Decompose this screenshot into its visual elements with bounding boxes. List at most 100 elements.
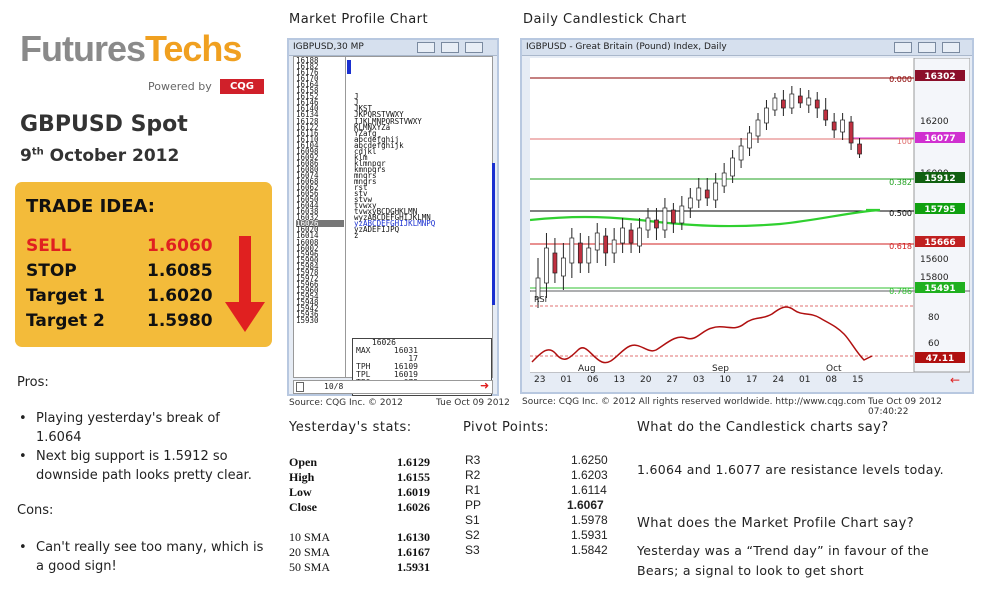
candle-body	[755, 119, 761, 137]
market-profile-title: Market Profile Chart	[289, 12, 429, 27]
candle-body	[747, 132, 752, 149]
trade-idea-heading: TRADE IDEA:	[26, 196, 155, 217]
candle-body	[696, 187, 702, 201]
stop-label: STOP	[26, 261, 77, 281]
x-axis-label: 23	[534, 375, 545, 385]
candle-body	[611, 239, 617, 254]
sma50-value: 1.5931	[397, 560, 430, 574]
price-tag-label: 15912	[924, 174, 955, 184]
minimize-button[interactable]	[417, 42, 435, 53]
x-axis-label: 24	[773, 375, 785, 385]
x-axis-label: 17	[746, 375, 757, 385]
cons-list: Can't really see too many, which is a go…	[17, 538, 267, 576]
pivot-label-s1: S1	[465, 513, 480, 527]
candlestick-window: IGBPUSD - Great Britain (Pound) Index, D…	[520, 38, 974, 394]
market-profile-titlebar: IGBPUSD,30 MP	[289, 40, 497, 56]
x-axis-label: 06	[587, 375, 599, 385]
candle-body	[772, 97, 778, 111]
stop-value: 1.6085	[147, 261, 213, 281]
sell-label: SELL	[26, 236, 72, 256]
cs-source: Source: CQG Inc. © 2012 All rights reser…	[522, 397, 866, 407]
month-label: Sep	[712, 364, 729, 374]
pivot-label-pp: PP	[465, 498, 482, 512]
fib-level-label: 0.382	[889, 178, 912, 187]
pivot-value-r2: 1.6203	[571, 468, 608, 482]
candle-body	[586, 247, 592, 264]
cs-timestamp: Tue Oct 09 2012 07:40:22	[868, 397, 942, 417]
pivot-label-s2: S2	[465, 528, 480, 542]
market-profile-plot: 16188 16182 16176 16170 16164 16158 16152 16146…	[293, 56, 495, 396]
profile-marker-top	[347, 60, 351, 74]
candle-body	[679, 205, 685, 224]
list-item: Can't really see too many, which is a go…	[17, 538, 267, 576]
candle-body	[831, 121, 837, 131]
candle-body	[552, 252, 558, 274]
cons-heading: Cons:	[17, 503, 54, 518]
pivot-value-r3: 1.6250	[571, 453, 608, 467]
pivot-value-pp: 1.6067	[567, 498, 604, 512]
scroll-box[interactable]	[296, 382, 304, 392]
x-axis-label: 15	[852, 375, 863, 385]
x-axis-label: 01	[799, 375, 810, 385]
price-tag-label: 15666	[924, 238, 955, 248]
candle-body	[603, 235, 609, 254]
pivot-points-heading: Pivot Points:	[463, 420, 549, 435]
price-tag-label: 15491	[924, 284, 955, 294]
target2-value: 1.5980	[147, 311, 213, 331]
stat-value-close: 1.6026	[397, 500, 430, 514]
list-item: Next big support is 1.5912 so downside p…	[17, 447, 267, 485]
stat-value-open: 1.6129	[397, 455, 430, 469]
candle-body	[806, 97, 812, 106]
page-title: GBPUSD Spot	[20, 112, 188, 137]
futurestechs-logo: FuturesTechs	[20, 28, 242, 70]
profile-value-area	[492, 163, 495, 305]
candle-body	[662, 207, 668, 231]
candle-body	[628, 229, 634, 244]
pivot-label-r3: R3	[465, 453, 481, 467]
price-axis-label: 15800	[920, 273, 949, 283]
scroll-right-arrow-icon[interactable]: ➜	[480, 379, 489, 392]
candle-body	[848, 121, 854, 144]
candle-body	[764, 107, 769, 124]
mp-scrollbar[interactable]: 10/8 ➜	[293, 379, 493, 394]
candle-body	[857, 143, 862, 155]
logo-part-futures: Futures	[20, 28, 146, 69]
maximize-button[interactable]	[918, 42, 936, 53]
rsi-tag-label: 47.11	[926, 354, 954, 364]
stat-label-close: Close	[289, 500, 317, 514]
window-title: IGBPUSD - Great Britain (Pound) Index, D…	[526, 42, 727, 52]
report-date: 9th October 2012	[20, 146, 179, 166]
candle-body	[704, 189, 710, 199]
candle-body	[654, 219, 659, 229]
close-button[interactable]	[942, 42, 960, 53]
pivot-label-s3: S3	[465, 543, 480, 557]
trade-idea-box: TRADE IDEA: SELL 1.6060 STOP 1.6085 Targ…	[15, 182, 272, 347]
rsi-axis-label: 60	[928, 339, 940, 349]
fib-level-label: 100	[897, 137, 912, 146]
cqg-logo: CQG	[220, 79, 264, 94]
month-label: Oct	[826, 364, 842, 374]
candle-body	[814, 99, 820, 109]
maximize-button[interactable]	[441, 42, 459, 53]
x-axis-label: 01	[561, 375, 572, 385]
minimize-button[interactable]	[894, 42, 912, 53]
price-ladder: 16188 16182 16176 16170 16164 16158 16152 16146…	[294, 57, 346, 377]
x-axis-label: 10	[720, 375, 732, 385]
scroll-left-arrow-icon: ←	[950, 373, 960, 387]
logo-part-techs: Techs	[145, 28, 242, 69]
target1-value: 1.6020	[147, 286, 213, 306]
pivot-label-r1: R1	[465, 483, 481, 497]
market-profile-window: IGBPUSD,30 MP 16188 16182 16176 16170 16164 1…	[287, 38, 499, 396]
candlestick-title: Daily Candlestick Chart	[523, 12, 687, 27]
pros-list: Playing yesterday's break of 1.6064 Next…	[17, 409, 267, 485]
window-title: IGBPUSD,30 MP	[293, 42, 364, 52]
candle-body	[544, 247, 549, 284]
sell-value: 1.6060	[147, 236, 213, 256]
close-button[interactable]	[465, 42, 483, 53]
fib-level-label: 0.500	[889, 209, 912, 218]
candle-body	[721, 172, 727, 187]
pivot-value-s2: 1.5931	[571, 528, 608, 542]
x-axis-label: 08	[826, 375, 838, 385]
sma50-label: 50 SMA	[289, 560, 331, 574]
sma10-value: 1.6130	[397, 530, 430, 544]
